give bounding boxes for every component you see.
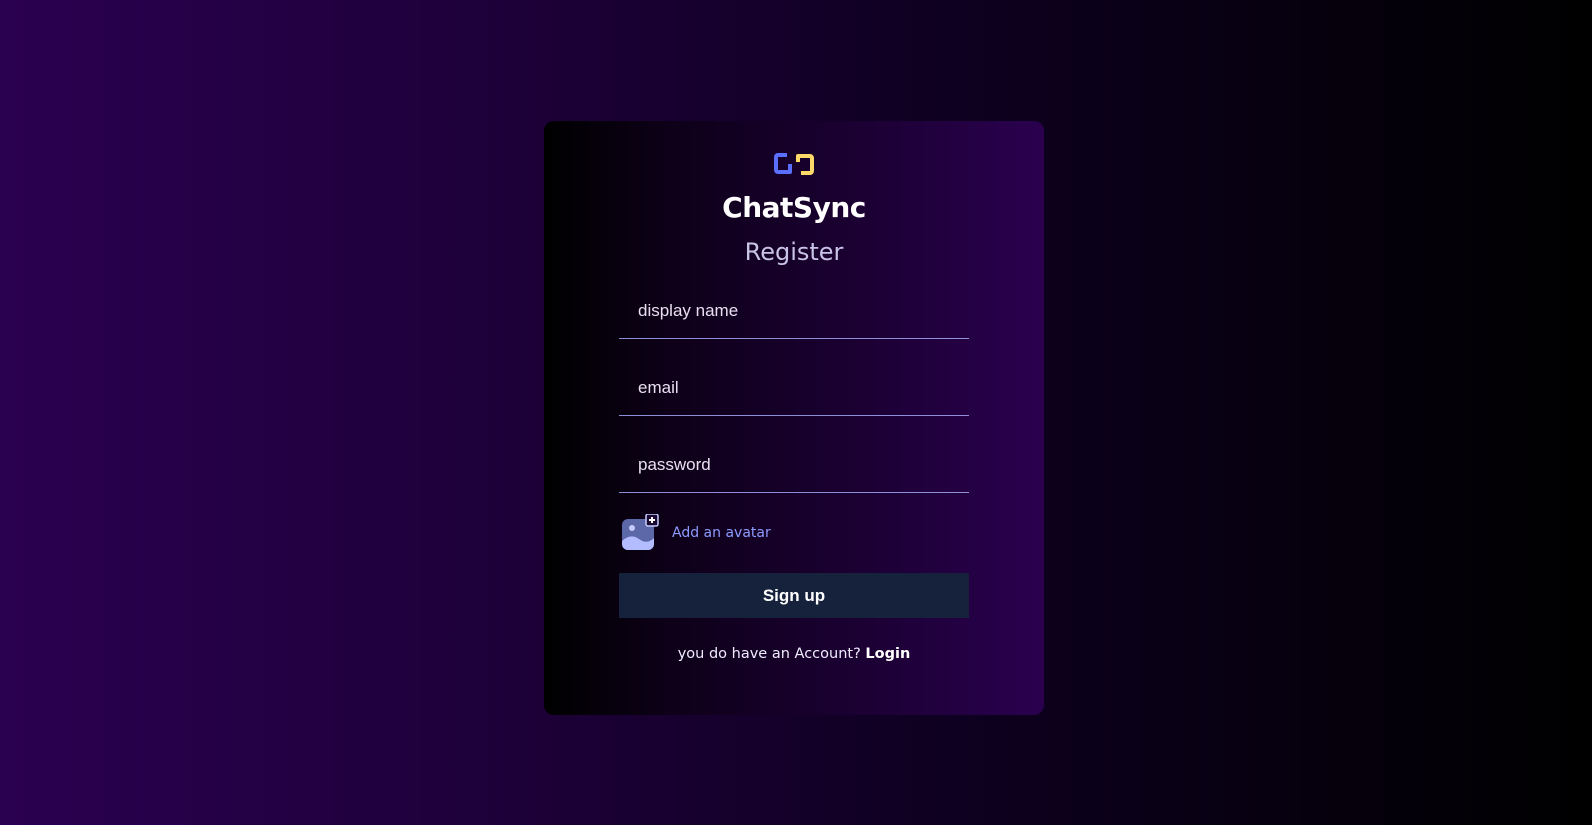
- app-title: ChatSync: [722, 191, 866, 224]
- sign-up-button[interactable]: Sign up: [619, 573, 969, 618]
- password-input[interactable]: [619, 437, 969, 493]
- login-link[interactable]: Login: [865, 646, 910, 662]
- register-form: Add an avatar Sign up: [619, 283, 969, 618]
- email-input[interactable]: [619, 360, 969, 416]
- add-avatar-label: Add an avatar: [672, 525, 771, 541]
- login-prompt: you do have an Account? Login: [678, 646, 911, 662]
- form-title: Register: [744, 238, 844, 266]
- login-prompt-text: you do have an Account?: [677, 646, 861, 662]
- add-image-icon: [621, 514, 659, 552]
- register-card: ChatSync Register Add an avatar Sign up …: [544, 121, 1044, 715]
- chat-sync-logo-icon: [773, 151, 815, 177]
- display-name-input[interactable]: [619, 283, 969, 339]
- add-avatar-button[interactable]: Add an avatar: [619, 513, 969, 553]
